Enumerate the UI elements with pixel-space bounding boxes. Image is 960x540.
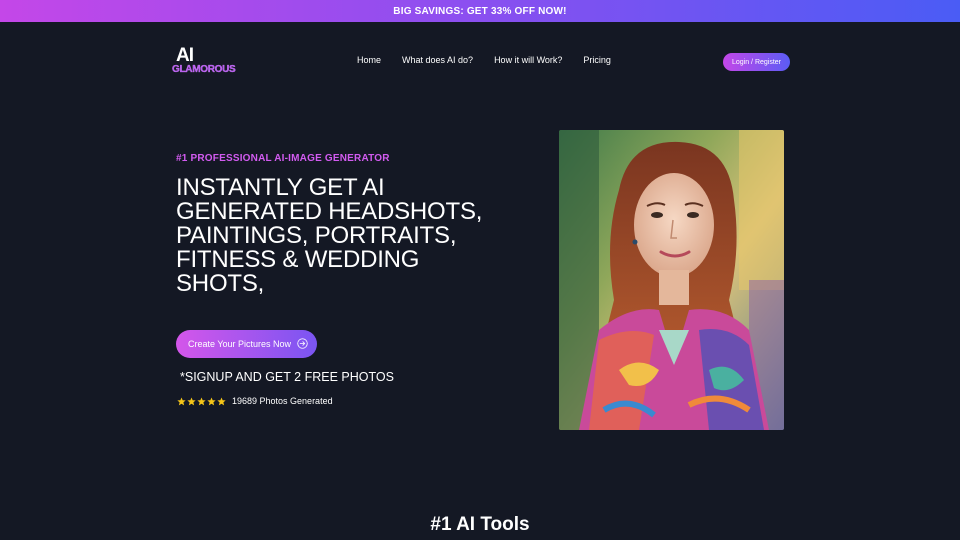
nav-link-pricing[interactable]: Pricing [583,55,611,65]
logo-mark: AI [176,45,194,66]
promo-text: BIG SAVINGS: GET 33% OFF NOW! [393,5,567,17]
hero-portrait-image [559,130,784,430]
create-pictures-button[interactable]: Create Your Pictures Now [176,330,317,358]
promo-banner[interactable]: BIG SAVINGS: GET 33% OFF NOW! [0,0,960,22]
star-icon [187,396,196,405]
rating-row: 19689 Photos Generated [177,396,333,406]
star-icon [177,396,186,405]
rating-stars [177,396,226,406]
hero-eyebrow: #1 PROFESSIONAL AI-IMAGE GENERATOR [176,153,390,164]
main-navigation: AI GLAMOROUS Home What does AI do? How i… [0,22,960,102]
login-register-button[interactable]: Login / Register [723,53,790,71]
arrow-right-circle-icon [297,338,308,349]
logo-wordmark: GLAMOROUS [172,64,236,75]
nav-links: Home What does AI do? How it will Work? … [357,55,632,65]
section-title-ai-tools: #1 AI Tools [430,514,530,535]
star-icon [207,396,216,405]
nav-link-home[interactable]: Home [357,55,381,65]
photos-generated-count: 19689 Photos Generated [232,396,333,406]
star-icon [217,396,226,405]
nav-link-how-it-works[interactable]: How it will Work? [494,55,562,65]
star-icon [197,396,206,405]
signup-note: *SIGNUP AND GET 2 FREE PHOTOS [180,370,394,384]
portrait-painting [559,130,784,430]
logo[interactable]: AI GLAMOROUS [172,45,236,78]
nav-link-what-ai-does[interactable]: What does AI do? [402,55,473,65]
hero-title: INSTANTLY GET AI GENERATED HEADSHOTS, PA… [176,174,483,297]
create-pictures-label: Create Your Pictures Now [188,339,292,349]
